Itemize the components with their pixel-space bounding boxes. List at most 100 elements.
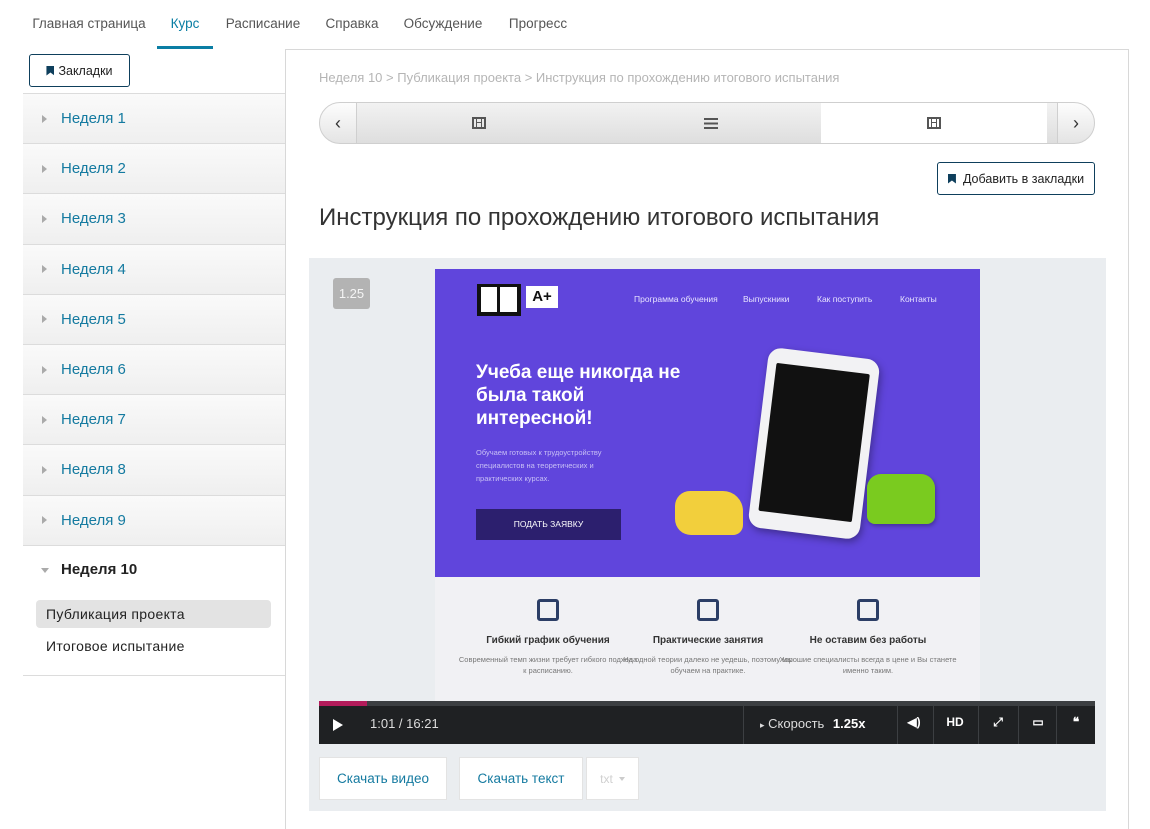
video-controls: 1:01 / 16:21 ▸ Скорость 1.25x ◀) HD ⤢ ▭ … (319, 701, 1095, 744)
video-player[interactable]: 1.25 A+ Программа обучения Выпускники Ка… (309, 258, 1106, 811)
week-list: Неделя 1 Неделя 2 Неделя 3 Неделя 4 Неде… (23, 93, 285, 676)
sidebar-week-2[interactable]: Неделя 2 (23, 143, 285, 194)
divider (743, 706, 744, 744)
week-label: Неделя 2 (61, 160, 126, 178)
transcript-quote-icon[interactable]: ❝ (1066, 712, 1086, 732)
caret-right-icon (42, 415, 47, 424)
sidebar-week-1[interactable]: Неделя 1 (23, 93, 285, 144)
sidebar-item-project-publication[interactable]: Публикация проекта (36, 599, 271, 628)
video-hero: A+ Программа обучения Выпускники Как пос… (435, 269, 980, 577)
open-week-title[interactable]: Неделя 10 (61, 561, 137, 578)
caret-right-icon (42, 516, 47, 525)
download-text-button[interactable]: Скачать текст (459, 757, 583, 800)
video-nav-item: Контакты (900, 294, 937, 304)
next-unit-button[interactable]: › (1057, 102, 1095, 144)
tab-discussion[interactable]: Обсуждение (396, 0, 490, 49)
feature-text: На одной теории далеко не уедешь, поэтом… (623, 655, 793, 675)
bookmarks-label: Закладки (58, 63, 113, 78)
sidebar-week-10: Неделя 10 Публикация проекта Итоговое ис… (23, 544, 285, 676)
caret-right-icon (42, 265, 47, 274)
video-cta: ПОДАТЬ ЗАЯВКУ (476, 509, 621, 540)
download-video-button[interactable]: Скачать видео (319, 757, 447, 800)
divider (1056, 706, 1057, 744)
video-time: 1:01 / 16:21 (370, 716, 439, 731)
sequence-item-video-1[interactable] (357, 102, 601, 144)
week-label: Неделя 5 (61, 310, 126, 328)
tab-course[interactable]: Курс (157, 0, 213, 49)
tab-home[interactable]: Главная страница (25, 0, 153, 49)
course-sidebar: Закладки Неделя 1 Неделя 2 Неделя 3 Неде… (23, 49, 286, 829)
week-label: Неделя 3 (61, 210, 126, 228)
divider (933, 706, 934, 744)
speed-badge: 1.25 (333, 278, 370, 309)
speed-caret-icon: ▸ (760, 720, 765, 730)
bookmarks-button[interactable]: Закладки (29, 54, 130, 87)
feature-item: Гибкий график обучения Современный темп … (458, 599, 638, 676)
phone-illustration (867, 474, 935, 524)
tab-schedule[interactable]: Расписание (219, 0, 307, 49)
tablet-illustration (747, 346, 881, 541)
add-bookmark-button[interactable]: Добавить в закладки (937, 162, 1095, 195)
sequence-nav: ‹ › (319, 102, 1095, 144)
tab-progress[interactable]: Прогресс (500, 0, 576, 49)
sequence-item-spacer (1047, 102, 1057, 144)
video-frame: A+ Программа обучения Выпускники Как пос… (435, 269, 980, 701)
tab-help[interactable]: Справка (318, 0, 386, 49)
chevron-down-icon (618, 776, 625, 781)
chevron-left-icon: ‹ (335, 112, 341, 133)
format-value: txt (600, 771, 613, 786)
sidebar-week-8[interactable]: Неделя 8 (23, 444, 285, 495)
sidebar-week-4[interactable]: Неделя 4 (23, 243, 285, 294)
caret-down-icon[interactable] (41, 567, 49, 573)
feature-text: Хорошие специалисты всегда в цене и Вы с… (779, 655, 957, 675)
divider (1018, 706, 1019, 744)
caret-right-icon (42, 465, 47, 474)
sidebar-week-5[interactable]: Неделя 5 (23, 293, 285, 344)
laptop-check-icon (857, 599, 879, 621)
previous-unit-button[interactable]: ‹ (319, 102, 357, 144)
feature-title: Гибкий график обучения (486, 635, 610, 646)
video-icon (472, 117, 486, 129)
captions-icon[interactable]: ▭ (1028, 712, 1048, 732)
sequence-item-video-2[interactable] (821, 102, 1047, 144)
speed-label: Скорость (768, 716, 825, 731)
week-label: Неделя 9 (61, 511, 126, 529)
video-progress-fill (319, 701, 368, 706)
speed-value: 1.25x (832, 716, 866, 731)
bookmark-icon (46, 65, 55, 76)
video-nav-item: Выпускники (743, 294, 790, 304)
hand-illustration (675, 491, 743, 535)
week-label: Неделя 6 (61, 361, 126, 379)
volume-icon[interactable]: ◀) (904, 712, 924, 732)
video-headline: Учеба еще никогда не была такой интересн… (476, 362, 681, 429)
course-nav: Главная страница Курс Расписание Справка… (0, 0, 1150, 49)
sidebar-week-6[interactable]: Неделя 6 (23, 343, 285, 395)
fullscreen-icon[interactable]: ⤢ (988, 712, 1008, 732)
week-label: Неделя 7 (61, 411, 126, 429)
feature-item: Практические занятия На одной теории дал… (618, 599, 798, 676)
add-bookmark-label: Добавить в закладки (962, 171, 1085, 186)
caret-right-icon (42, 214, 47, 223)
sidebar-week-9[interactable]: Неделя 9 (23, 494, 285, 545)
caret-right-icon (42, 315, 47, 324)
sidebar-week-3[interactable]: Неделя 3 (23, 193, 285, 244)
bookmark-icon (947, 173, 956, 184)
video-subtext: Обучаем готовых к трудоустройству специа… (476, 448, 602, 483)
breadcrumb: Неделя 10 > Публикация проекта > Инструк… (319, 70, 840, 85)
caret-right-icon (42, 365, 47, 374)
feature-item: Не оставим без работы Хорошие специалист… (778, 599, 958, 676)
transcript-format-select[interactable]: txt (586, 757, 639, 800)
speed-control[interactable]: ▸ Скорость 1.25x (760, 716, 865, 731)
sidebar-item-final-test[interactable]: Итоговое испытание (46, 638, 185, 654)
feature-text: Современный темп жизни требует гибкого п… (458, 655, 638, 675)
video-nav-item: Программа обучения (634, 294, 718, 304)
feature-title: Не оставим без работы (809, 635, 927, 646)
play-icon[interactable] (333, 719, 343, 731)
sidebar-week-7[interactable]: Неделя 7 (23, 394, 285, 445)
sequence-item-text[interactable] (601, 102, 821, 144)
feature-title: Практические занятия (652, 635, 764, 646)
week-label: Неделя 1 (61, 110, 126, 128)
hd-button[interactable]: HD (941, 712, 969, 732)
divider (978, 706, 979, 744)
video-icon (927, 117, 941, 129)
